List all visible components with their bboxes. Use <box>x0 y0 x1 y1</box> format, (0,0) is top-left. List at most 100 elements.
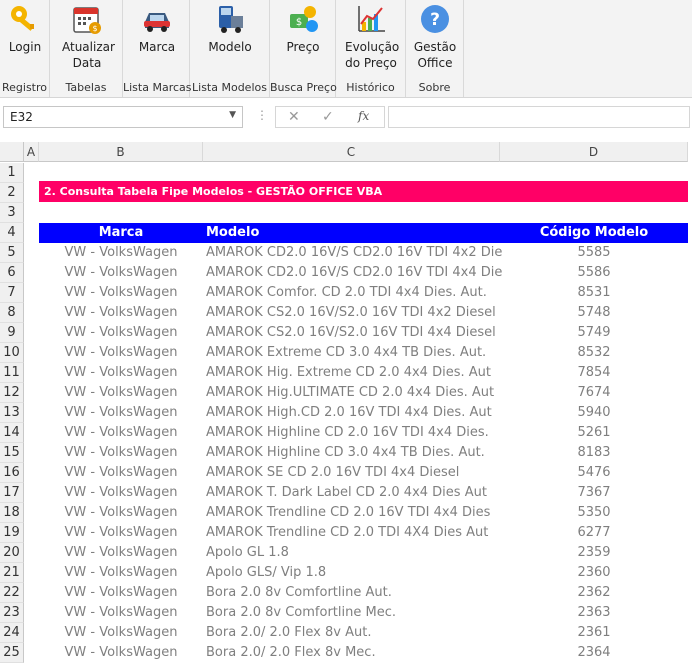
cell-codigo[interactable]: 7854 <box>519 363 669 383</box>
cell-marca[interactable]: VW - VolksWagen <box>39 383 203 403</box>
login-button[interactable]: Login <box>3 2 47 55</box>
cell-modelo[interactable]: AMAROK SE CD 2.0 16V TDI 4x4 Diesel <box>206 463 506 483</box>
row-header[interactable]: 16 <box>0 463 24 483</box>
evolucao-preco-button[interactable]: Evolução do Preço <box>345 2 399 71</box>
cell-marca[interactable]: VW - VolksWagen <box>39 463 203 483</box>
row-header[interactable]: 7 <box>0 283 24 303</box>
row-header[interactable]: 24 <box>0 623 24 643</box>
row-header[interactable]: 2 <box>0 183 24 203</box>
check-icon[interactable]: ✓ <box>322 109 334 125</box>
cell-modelo[interactable]: Apolo GL 1.8 <box>206 543 506 563</box>
cell-marca[interactable]: VW - VolksWagen <box>39 523 203 543</box>
cell-modelo[interactable]: Bora 2.0 8v Comfortline Aut. <box>206 583 506 603</box>
cell-codigo[interactable]: 8532 <box>519 343 669 363</box>
row-header[interactable]: 13 <box>0 403 24 423</box>
cell-codigo[interactable]: 5585 <box>519 243 669 263</box>
cell-marca[interactable]: VW - VolksWagen <box>39 603 203 623</box>
row-header[interactable]: 8 <box>0 303 24 323</box>
row-header[interactable]: 10 <box>0 343 24 363</box>
cell-marca[interactable]: VW - VolksWagen <box>39 243 203 263</box>
select-all-corner[interactable] <box>0 142 24 162</box>
cell-marca[interactable]: VW - VolksWagen <box>39 343 203 363</box>
cell-marca[interactable]: VW - VolksWagen <box>39 263 203 283</box>
cell-marca[interactable]: VW - VolksWagen <box>39 323 203 343</box>
row-header[interactable]: 18 <box>0 503 24 523</box>
column-header-b[interactable]: B <box>39 142 203 162</box>
cell-modelo[interactable]: AMAROK T. Dark Label CD 2.0 4x4 Dies Aut <box>206 483 506 503</box>
cell-marca[interactable]: VW - VolksWagen <box>39 543 203 563</box>
row-header[interactable]: 11 <box>0 363 24 383</box>
row-header[interactable]: 12 <box>0 383 24 403</box>
preco-button[interactable]: $ Preço <box>281 2 325 55</box>
cell-modelo[interactable]: AMAROK Extreme CD 3.0 4x4 TB Dies. Aut. <box>206 343 506 363</box>
cell-marca[interactable]: VW - VolksWagen <box>39 503 203 523</box>
more-options-icon[interactable]: ⋮ <box>256 108 268 122</box>
cell-modelo[interactable]: AMAROK Highline CD 2.0 16V TDI 4x4 Dies. <box>206 423 506 443</box>
cell-marca[interactable]: VW - VolksWagen <box>39 643 203 663</box>
name-box[interactable]: E32 ▼ <box>3 106 243 128</box>
row-header[interactable]: 1 <box>0 163 24 183</box>
cell-marca[interactable]: VW - VolksWagen <box>39 443 203 463</box>
cell-modelo[interactable]: AMAROK CS2.0 16V/S2.0 16V TDI 4x2 Diesel <box>206 303 506 323</box>
cell-codigo[interactable]: 8183 <box>519 443 669 463</box>
cell-modelo[interactable]: AMAROK Comfor. CD 2.0 TDI 4x4 Dies. Aut. <box>206 283 506 303</box>
cell-codigo[interactable]: 7367 <box>519 483 669 503</box>
cell-modelo[interactable]: AMAROK High.CD 2.0 16V TDI 4x4 Dies. Aut <box>206 403 506 423</box>
cell-marca[interactable]: VW - VolksWagen <box>39 283 203 303</box>
cell-codigo[interactable]: 2362 <box>519 583 669 603</box>
cell-codigo[interactable]: 2364 <box>519 643 669 663</box>
row-header[interactable]: 21 <box>0 563 24 583</box>
row-header[interactable]: 19 <box>0 523 24 543</box>
cell-codigo[interactable]: 2360 <box>519 563 669 583</box>
cell-marca[interactable]: VW - VolksWagen <box>39 563 203 583</box>
row-header[interactable]: 17 <box>0 483 24 503</box>
cell-modelo[interactable]: AMAROK Trendline CD 2.0 TDI 4X4 Dies Aut <box>206 523 506 543</box>
cell-codigo[interactable]: 5476 <box>519 463 669 483</box>
cell-marca[interactable]: VW - VolksWagen <box>39 623 203 643</box>
cell-codigo[interactable]: 7674 <box>519 383 669 403</box>
insert-function-icon[interactable]: fx <box>358 109 369 123</box>
row-header[interactable]: 15 <box>0 443 24 463</box>
cell-modelo[interactable]: AMAROK CS2.0 16V/S2.0 16V TDI 4x4 Diesel <box>206 323 506 343</box>
cell-codigo[interactable]: 5748 <box>519 303 669 323</box>
cell-marca[interactable]: VW - VolksWagen <box>39 363 203 383</box>
cell-marca[interactable]: VW - VolksWagen <box>39 483 203 503</box>
row-header[interactable]: 25 <box>0 643 24 663</box>
cell-codigo[interactable]: 5586 <box>519 263 669 283</box>
header-marca[interactable]: Marca <box>39 223 203 243</box>
cell-modelo[interactable]: AMAROK CD2.0 16V/S CD2.0 16V TDI 4x4 Die <box>206 263 506 283</box>
chevron-down-icon[interactable]: ▼ <box>229 110 236 120</box>
header-modelo[interactable]: Modelo <box>206 223 259 243</box>
cell-codigo[interactable]: 5749 <box>519 323 669 343</box>
row-header[interactable]: 3 <box>0 203 24 223</box>
modelo-button[interactable]: Modelo <box>206 2 254 55</box>
cell-codigo[interactable]: 5261 <box>519 423 669 443</box>
header-codigo-modelo[interactable]: Código Modelo <box>519 223 669 243</box>
cell-modelo[interactable]: AMAROK Hig. Extreme CD 2.0 4x4 Dies. Aut <box>206 363 506 383</box>
cell-marca[interactable]: VW - VolksWagen <box>39 403 203 423</box>
gestao-office-button[interactable]: ? Gestão Office <box>413 2 457 71</box>
cell-codigo[interactable]: 6277 <box>519 523 669 543</box>
row-header[interactable]: 20 <box>0 543 24 563</box>
formula-input[interactable] <box>388 106 690 128</box>
cell-modelo[interactable]: AMAROK Trendline CD 2.0 16V TDI 4x4 Dies <box>206 503 506 523</box>
cell-modelo[interactable]: AMAROK Hig.ULTIMATE CD 2.0 4x4 Dies. Aut <box>206 383 506 403</box>
cell-codigo[interactable]: 5350 <box>519 503 669 523</box>
cell-marca[interactable]: VW - VolksWagen <box>39 423 203 443</box>
row-header[interactable]: 6 <box>0 263 24 283</box>
cell-modelo[interactable]: Bora 2.0/ 2.0 Flex 8v Aut. <box>206 623 506 643</box>
marca-button[interactable]: Marca <box>135 2 179 55</box>
row-header[interactable]: 23 <box>0 603 24 623</box>
cell-marca[interactable]: VW - VolksWagen <box>39 303 203 323</box>
cell-modelo[interactable]: Bora 2.0/ 2.0 Flex 8v Mec. <box>206 643 506 663</box>
cell-codigo[interactable]: 2361 <box>519 623 669 643</box>
cell-codigo[interactable]: 8531 <box>519 283 669 303</box>
cell-codigo[interactable]: 2363 <box>519 603 669 623</box>
column-header-a[interactable]: A <box>24 142 39 162</box>
column-header-c[interactable]: C <box>203 142 500 162</box>
sheet-title[interactable]: 2. Consulta Tabela Fipe Modelos - GESTÃO… <box>39 181 688 202</box>
row-header[interactable]: 5 <box>0 243 24 263</box>
cell-codigo[interactable]: 5940 <box>519 403 669 423</box>
cell-marca[interactable]: VW - VolksWagen <box>39 583 203 603</box>
row-header[interactable]: 9 <box>0 323 24 343</box>
